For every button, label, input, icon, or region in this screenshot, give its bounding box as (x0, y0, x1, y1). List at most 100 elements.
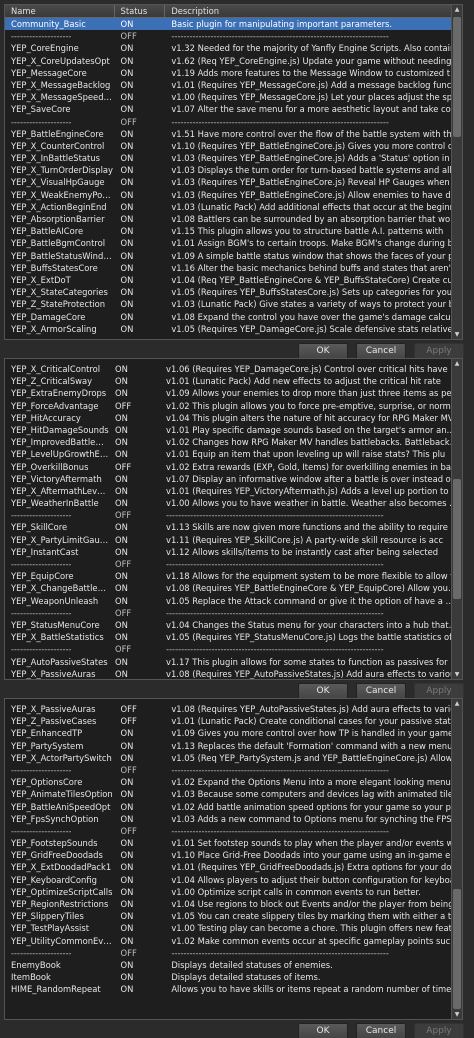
separator-row[interactable]: -------------------- OFF -----------------… (5, 947, 462, 959)
plugin-row[interactable]: YEP_EquipCore ON v1.18 Allows for the equi… (5, 570, 462, 582)
ok-button[interactable]: OK (298, 343, 348, 358)
scroll-up-icon[interactable]: ▲ (452, 5, 462, 14)
plugin-row[interactable] (5, 996, 462, 1008)
plugin-row[interactable]: YEP_OptimizeScriptCalls ON v1.00 Optimize … (5, 886, 462, 898)
plugin-row[interactable]: YEP_BattleAniSpeedOpt ON v1.02 Add battle … (5, 801, 462, 813)
ok-button[interactable]: OK (298, 1023, 348, 1038)
column-header-description[interactable]: Description (165, 5, 462, 17)
separator-row[interactable]: -------------------- OFF -----------------… (5, 509, 462, 521)
plugin-row[interactable]: YEP_OptionsCore ON v1.02 Expand the Option… (5, 776, 462, 788)
plugin-row[interactable]: YEP_TestPlayAssist ON v1.00 Testing play c… (5, 922, 462, 934)
plugin-row[interactable]: YEP_BattleBgmControl ON v1.01 Assign BGM's… (5, 237, 462, 249)
vertical-scrollbar[interactable]: ▲ ▼ (451, 699, 462, 1019)
plugin-row[interactable]: YEP_X_ArmorScaling ON v1.05 (Requires YEP_… (5, 323, 462, 335)
plugin-row[interactable]: YEP_WeatherInBattle ON v1.00 Allows you to… (5, 497, 462, 509)
ok-button[interactable]: OK (298, 683, 348, 698)
vertical-scrollbar[interactable]: ▲ ▼ (451, 5, 462, 339)
plugin-row[interactable]: YEP_Z_CriticalSway ON v1.01 (Lunatic Pack)… (5, 375, 462, 387)
plugin-row[interactable]: YEP_RegionRestrictions ON v1.04 Use region… (5, 898, 462, 910)
separator-row[interactable]: -------------------- OFF -----------------… (5, 825, 462, 837)
scrollbar-thumb[interactable] (453, 889, 461, 1009)
plugin-row[interactable]: YEP_GridFreeDoodads ON v1.10 Place Grid-Fr… (5, 849, 462, 861)
plugin-row[interactable]: YEP_X_StateCategories ON v1.05 (Requires Y… (5, 286, 462, 298)
separator-row[interactable]: -------------------- OFF -----------------… (5, 558, 462, 570)
plugin-row[interactable]: YEP_Z_StateProtection ON v1.03 (Lunatic Pa… (5, 298, 462, 310)
plugin-row[interactable]: YEP_EnhancedTP ON v1.09 Gives you more con… (5, 727, 462, 739)
plugin-row[interactable]: YEP_Z_PassiveCases OFF v1.01 (Lunatic Pack… (5, 715, 462, 727)
plugin-row[interactable]: YEP_X_AftermathLevelUp ON v1.01 (Requires … (5, 485, 462, 497)
scroll-up-icon[interactable]: ▲ (452, 699, 462, 708)
plugin-row[interactable]: YEP_X_CounterControl ON v1.10 (Requires YE… (5, 140, 462, 152)
plugin-row[interactable]: YEP_AnimateTilesOption ON v1.03 Because so… (5, 788, 462, 800)
apply-button[interactable]: Apply (414, 343, 464, 358)
separator-row[interactable]: -------------------- OFF -----------------… (5, 643, 462, 655)
separator-row[interactable]: -------------------- OFF -----------------… (5, 764, 462, 776)
plugin-row[interactable]: YEP_HitDamageSounds ON v1.01 Play specific… (5, 424, 462, 436)
separator-row[interactable]: -------------------- OFF -----------------… (5, 116, 462, 128)
plugin-row[interactable]: YEP_FpsSynchOption ON v1.03 Adds a new com… (5, 813, 462, 825)
plugin-row[interactable]: YEP_StatusMenuCore ON v1.04 Changes the St… (5, 619, 462, 631)
plugin-row[interactable]: YEP_WeaponUnleash ON v1.05 Replace the Att… (5, 595, 462, 607)
cancel-button[interactable]: Cancel (356, 1023, 406, 1038)
column-header-name[interactable]: Name (5, 5, 115, 17)
plugin-row[interactable]: YEP_ImprovedBattlebacks ON v1.02 Changes h… (5, 436, 462, 448)
plugin-row[interactable]: YEP_OverkillBonus OFF v1.02 Extra rewards … (5, 461, 462, 473)
vertical-scrollbar[interactable]: ▲ ▼ (451, 359, 462, 679)
plugin-row[interactable]: YEP_X_PassiveAuras OFF v1.08 (Requires YEP… (5, 703, 462, 715)
plugin-row[interactable]: YEP_X_ExtDoT ON v1.04 (Req YEP_BattleEngin… (5, 274, 462, 286)
plugin-row[interactable]: YEP_MessageCore ON v1.19 Adds more feature… (5, 67, 462, 79)
plugin-row[interactable]: YEP_SkillCore ON v1.13 Skills are now give… (5, 521, 462, 533)
plugin-row[interactable]: YEP_X_InBattleStatus ON v1.03 (Requires YE… (5, 152, 462, 164)
plugin-row[interactable]: YEP_HitAccuracy ON v1.04 This plugin alter… (5, 412, 462, 424)
plugin-row[interactable]: YEP_X_CoreUpdatesOpt ON v1.62 (Req YEP_Cor… (5, 55, 462, 67)
scrollbar-thumb[interactable] (453, 479, 461, 599)
plugin-row[interactable]: YEP_BattleAICore ON v1.15 This plugin allo… (5, 225, 462, 237)
plugin-row[interactable]: YEP_AutoPassiveStates ON v1.17 This plugin… (5, 656, 462, 668)
plugin-row[interactable]: YEP_SlipperyTiles ON v1.05 You can create … (5, 910, 462, 922)
plugin-row[interactable]: YEP_X_ActorPartySwitch ON v1.05 (Req YEP_P… (5, 752, 462, 764)
scroll-up-icon[interactable]: ▲ (452, 359, 462, 368)
plugin-row[interactable]: YEP_X_TurnOrderDisplay ON v1.03 Displays t… (5, 164, 462, 176)
plugin-row[interactable]: YEP_X_MessageBacklog ON v1.01 (Requires YE… (5, 79, 462, 91)
plugin-row[interactable]: ItemBook ON Displays detailed statuses of … (5, 971, 462, 983)
cancel-button[interactable]: Cancel (356, 343, 406, 358)
plugin-row[interactable]: YEP_X_BattleStatistics ON v1.05 (Requires … (5, 631, 462, 643)
plugin-row[interactable]: YEP_PartySystem ON v1.13 Replaces the defa… (5, 740, 462, 752)
plugin-row[interactable]: YEP_KeyboardConfig ON v1.04 Allows players… (5, 874, 462, 886)
plugin-row[interactable]: YEP_X_PartyLimitGauge ON v1.11 (Requires Y… (5, 534, 462, 546)
plugin-row[interactable]: EnemyBook ON Displays detailed statuses of… (5, 959, 462, 971)
plugin-row[interactable]: YEP_X_ExtDoodadPack1 ON v1.01 (Requires YE… (5, 861, 462, 873)
column-header-status[interactable]: Status (115, 5, 166, 17)
plugin-row[interactable]: YEP_BattleStatusWindow ON v1.09 A simple b… (5, 250, 462, 262)
plugin-row[interactable]: YEP_CoreEngine ON v1.32 Needed for the maj… (5, 42, 462, 54)
separator-row[interactable]: -------------------- OFF -----------------… (5, 30, 462, 42)
plugin-row[interactable]: YEP_X_PassiveAuras ON v1.08 (Requires YEP_… (5, 668, 462, 679)
scroll-down-icon[interactable]: ▼ (452, 330, 462, 339)
plugin-row[interactable]: YEP_BuffsStatesCore ON v1.16 Alter the bas… (5, 262, 462, 274)
plugin-row[interactable]: YEP_AbsorptionBarrier ON v1.08 Battlers ca… (5, 213, 462, 225)
plugin-row[interactable]: YEP_X_VisualHpGauge ON v1.03 (Requires YEP… (5, 176, 462, 188)
plugin-row[interactable]: YEP_InstantCast ON v1.12 Allows skills/ite… (5, 546, 462, 558)
plugin-row[interactable]: YEP_VictoryAftermath ON v1.07 Display an i… (5, 473, 462, 485)
plugin-row[interactable] (5, 1008, 462, 1019)
plugin-row[interactable]: YEP_FootstepSounds ON v1.01 Set footstep s… (5, 837, 462, 849)
plugin-row[interactable]: HIME_RandomRepeat ON Allows you to have sk… (5, 983, 462, 995)
scrollbar-thumb[interactable] (453, 17, 461, 137)
plugin-row[interactable]: Community_Basic ON Basic plugin for manipu… (5, 18, 462, 31)
plugin-row[interactable]: YEP_ExtraEnemyDrops ON v1.09 Allows your e… (5, 387, 462, 399)
plugin-row[interactable]: YEP_ForceAdvantage OFF v1.02 This plugin a… (5, 400, 462, 412)
apply-button[interactable]: Apply (414, 1023, 464, 1038)
plugin-row[interactable]: YEP_BattleEngineCore ON v1.51 Have more co… (5, 128, 462, 140)
scroll-down-icon[interactable]: ▼ (452, 1010, 462, 1019)
cancel-button[interactable]: Cancel (356, 683, 406, 698)
plugin-row[interactable]: YEP_SaveCore ON v1.07 Alter the save menu … (5, 103, 462, 115)
plugin-row[interactable]: YEP_DamageCore ON v1.08 Expand the control… (5, 311, 462, 323)
plugin-row[interactable]: YEP_X_ActionBeginEnd ON v1.03 (Lunatic Pac… (5, 201, 462, 213)
separator-row[interactable]: -------------------- OFF -----------------… (5, 607, 462, 619)
plugin-row[interactable]: YEP_X_MessageSpeedOpt ON v1.00 (Requires Y… (5, 91, 462, 103)
plugin-row[interactable]: YEP_X_CriticalControl ON v1.06 (Requires Y… (5, 363, 462, 375)
plugin-row[interactable]: YEP_LevelUpGrowthEffe… ON v1.01 Equip an i… (5, 448, 462, 460)
plugin-row[interactable]: YEP_X_WeakEnemyPoses ON v1.03 (Requires YE… (5, 189, 462, 201)
scroll-down-icon[interactable]: ▼ (452, 670, 462, 679)
plugin-row[interactable]: YEP_UtilityCommonEvents ON v1.02 Make comm… (5, 935, 462, 947)
